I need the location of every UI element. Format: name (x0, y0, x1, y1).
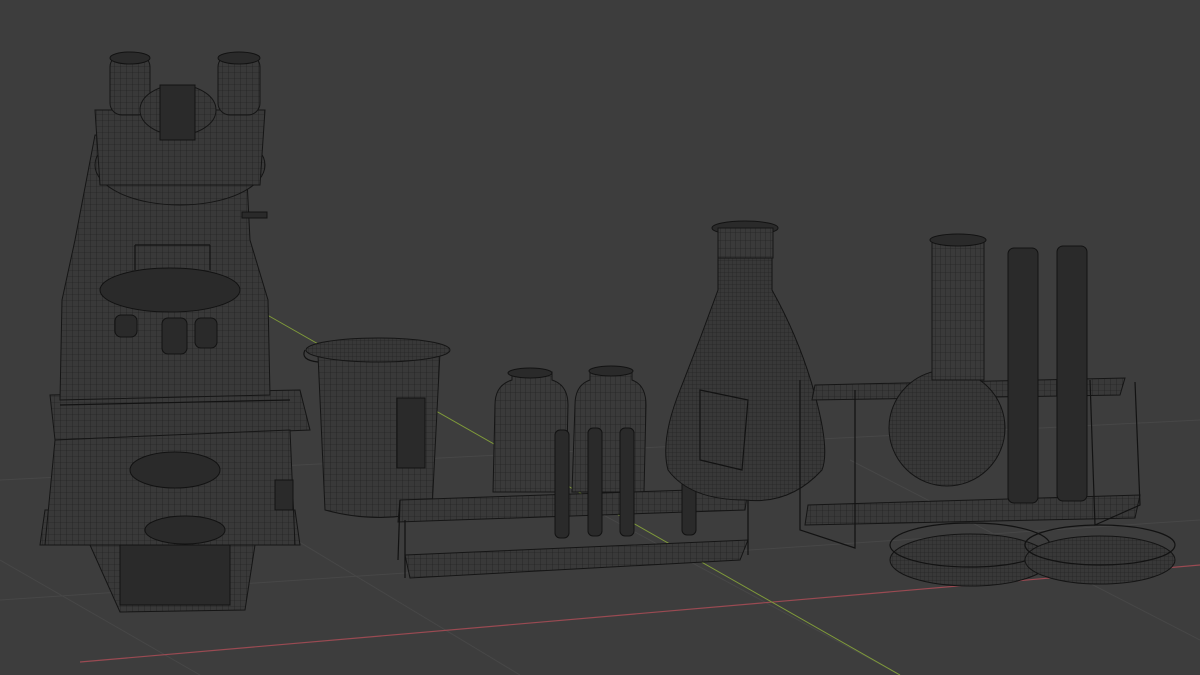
bottle-right[interactable] (571, 365, 647, 493)
petri-dish-right[interactable] (1024, 524, 1176, 585)
3d-viewport[interactable] (0, 0, 1200, 675)
round-bottom-flask[interactable] (888, 233, 1006, 487)
beaker[interactable] (303, 337, 451, 518)
erlenmeyer-flask[interactable] (665, 220, 826, 502)
viewport-canvas[interactable] (0, 0, 1200, 675)
microscope[interactable] (39, 51, 311, 613)
petri-dish-left[interactable] (889, 522, 1051, 587)
